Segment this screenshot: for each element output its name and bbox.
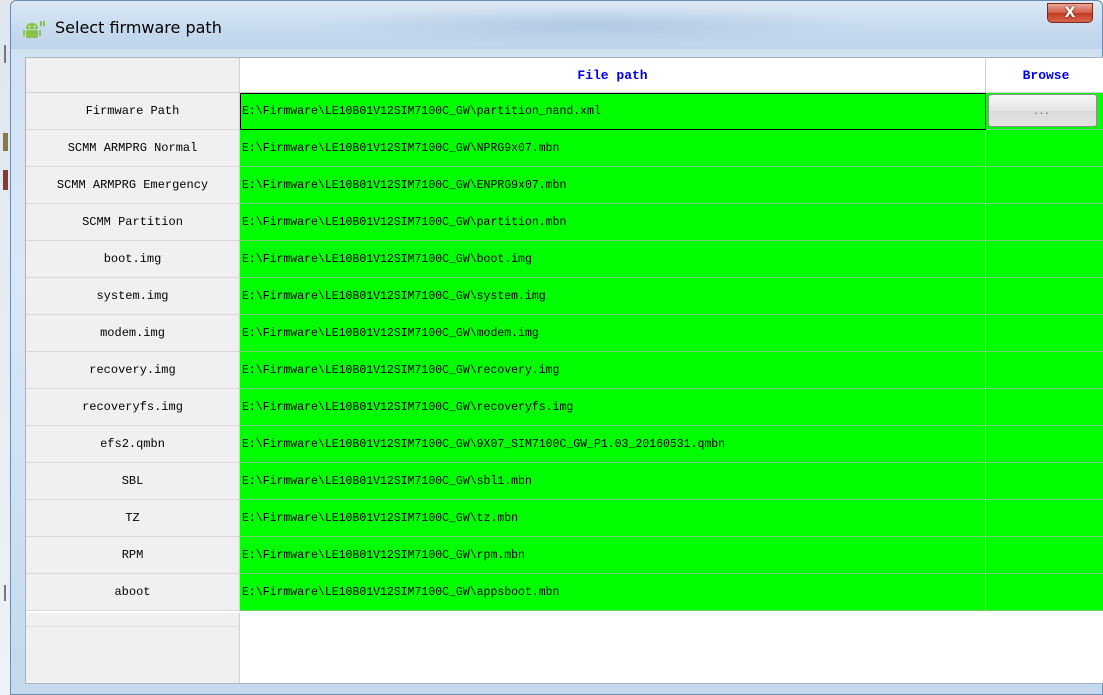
grid-corner-cell <box>26 58 240 93</box>
file-path-cell[interactable]: E:\Firmware\LE10B01V12SIM7100C_GW\NPRG9x… <box>240 130 986 167</box>
file-path-cell[interactable]: E:\Firmware\LE10B01V12SIM7100C_GW\appsbo… <box>240 574 986 611</box>
browse-cell[interactable] <box>986 315 1103 352</box>
browse-cell[interactable] <box>986 278 1103 315</box>
row-header-label[interactable]: Firmware Path <box>26 93 240 130</box>
file-path-cell[interactable]: E:\Firmware\LE10B01V12SIM7100C_GW\ENPRG9… <box>240 167 986 204</box>
window-title: Select firmware path <box>55 18 222 37</box>
file-path-cell[interactable]: E:\Firmware\LE10B01V12SIM7100C_GW\sbl1.m… <box>240 463 986 500</box>
table-row: TZ E:\Firmware\LE10B01V12SIM7100C_GW\tz.m… <box>26 500 1103 537</box>
browse-cell[interactable] <box>986 130 1103 167</box>
row-header-label[interactable]: SCMM ARMPRG Emergency <box>26 167 240 204</box>
row-header-label[interactable]: recovery.img <box>26 352 240 389</box>
browse-cell[interactable] <box>986 463 1103 500</box>
table-row: aboot E:\Firmware\LE10B01V12SIM7100C_GW\a… <box>26 574 1103 611</box>
table-row: SCMM ARMPRG Normal E:\Firmware\LE10B01V12… <box>26 130 1103 167</box>
title-bar-glow <box>311 5 871 45</box>
table-row: system.img E:\Firmware\LE10B01V12SIM7100C… <box>26 278 1103 315</box>
browse-cell[interactable] <box>986 241 1103 278</box>
firmware-path-grid: File path Browse Firmware Path E:\Firmwar… <box>26 58 1103 683</box>
browse-cell[interactable] <box>986 389 1103 426</box>
row-header-label[interactable]: SCMM ARMPRG Normal <box>26 130 240 167</box>
row-header-label[interactable]: boot.img <box>26 241 240 278</box>
browse-cell[interactable]: ... <box>986 93 1103 130</box>
row-header-label[interactable]: TZ <box>26 500 240 537</box>
row-header-label[interactable]: recoveryfs.img <box>26 389 240 426</box>
title-bar[interactable]: Select firmware path X <box>11 1 1102 49</box>
file-path-cell[interactable]: E:\Firmware\LE10B01V12SIM7100C_GW\modem.… <box>240 315 986 352</box>
android-icon <box>23 21 45 38</box>
browse-cell[interactable] <box>986 204 1103 241</box>
file-path-cell[interactable]: E:\Firmware\LE10B01V12SIM7100C_GW\tz.mbn <box>240 500 986 537</box>
browse-cell[interactable] <box>986 537 1103 574</box>
row-header-label[interactable]: SBL <box>26 463 240 500</box>
file-path-cell[interactable]: E:\Firmware\LE10B01V12SIM7100C_GW\9X07_S… <box>240 426 986 463</box>
file-path-cell[interactable]: E:\Firmware\LE10B01V12SIM7100C_GW\partit… <box>240 93 986 130</box>
table-row: recoveryfs.img E:\Firmware\LE10B01V12SIM7… <box>26 389 1103 426</box>
file-path-cell[interactable]: E:\Firmware\LE10B01V12SIM7100C_GW\system… <box>240 278 986 315</box>
browse-button[interactable]: ... <box>988 94 1097 127</box>
row-header-label[interactable]: system.img <box>26 278 240 315</box>
table-row: boot.img E:\Firmware\LE10B01V12SIM7100C_G… <box>26 241 1103 278</box>
row-header-label[interactable]: RPM <box>26 537 240 574</box>
row-header-label[interactable]: SCMM Partition <box>26 204 240 241</box>
firmware-path-dialog: Select firmware path X File path Browse … <box>10 0 1103 695</box>
desktop-fragment <box>3 170 8 190</box>
table-row: Firmware Path E:\Firmware\LE10B01V12SIM71… <box>26 93 1103 130</box>
file-path-cell[interactable]: E:\Firmware\LE10B01V12SIM7100C_GW\partit… <box>240 204 986 241</box>
table-row: SCMM ARMPRG Emergency E:\Firmware\LE10B01… <box>26 167 1103 204</box>
table-row: RPM E:\Firmware\LE10B01V12SIM7100C_GW\rpm… <box>26 537 1103 574</box>
table-row: recovery.img E:\Firmware\LE10B01V12SIM710… <box>26 352 1103 389</box>
table-row: SCMM Partition E:\Firmware\LE10B01V12SIM7… <box>26 204 1103 241</box>
row-header-label[interactable]: aboot <box>26 574 240 611</box>
file-path-cell[interactable]: E:\Firmware\LE10B01V12SIM7100C_GW\rpm.mb… <box>240 537 986 574</box>
dialog-client-area: File path Browse Firmware Path E:\Firmwar… <box>25 57 1103 684</box>
table-row: modem.img E:\Firmware\LE10B01V12SIM7100C_… <box>26 315 1103 352</box>
column-header-browse[interactable]: Browse <box>986 58 1103 93</box>
row-header-label[interactable]: efs2.qmbn <box>26 426 240 463</box>
browse-cell[interactable] <box>986 574 1103 611</box>
file-path-cell[interactable]: E:\Firmware\LE10B01V12SIM7100C_GW\recove… <box>240 352 986 389</box>
browse-cell[interactable] <box>986 500 1103 537</box>
close-button[interactable]: X <box>1047 3 1093 23</box>
grid-empty-row-divider <box>26 613 240 627</box>
desktop-fragment <box>4 585 6 601</box>
desktop-fragment <box>4 45 6 63</box>
file-path-cell[interactable]: E:\Firmware\LE10B01V12SIM7100C_GW\boot.i… <box>240 241 986 278</box>
grid-header: File path Browse <box>26 58 1103 93</box>
browse-cell[interactable] <box>986 352 1103 389</box>
row-header-label[interactable]: modem.img <box>26 315 240 352</box>
browse-cell[interactable] <box>986 167 1103 204</box>
table-row: efs2.qmbn E:\Firmware\LE10B01V12SIM7100C_… <box>26 426 1103 463</box>
browse-cell[interactable] <box>986 426 1103 463</box>
column-header-file-path[interactable]: File path <box>240 58 986 93</box>
file-path-cell[interactable]: E:\Firmware\LE10B01V12SIM7100C_GW\recove… <box>240 389 986 426</box>
table-row: SBL E:\Firmware\LE10B01V12SIM7100C_GW\sbl… <box>26 463 1103 500</box>
desktop-fragment <box>3 133 8 151</box>
